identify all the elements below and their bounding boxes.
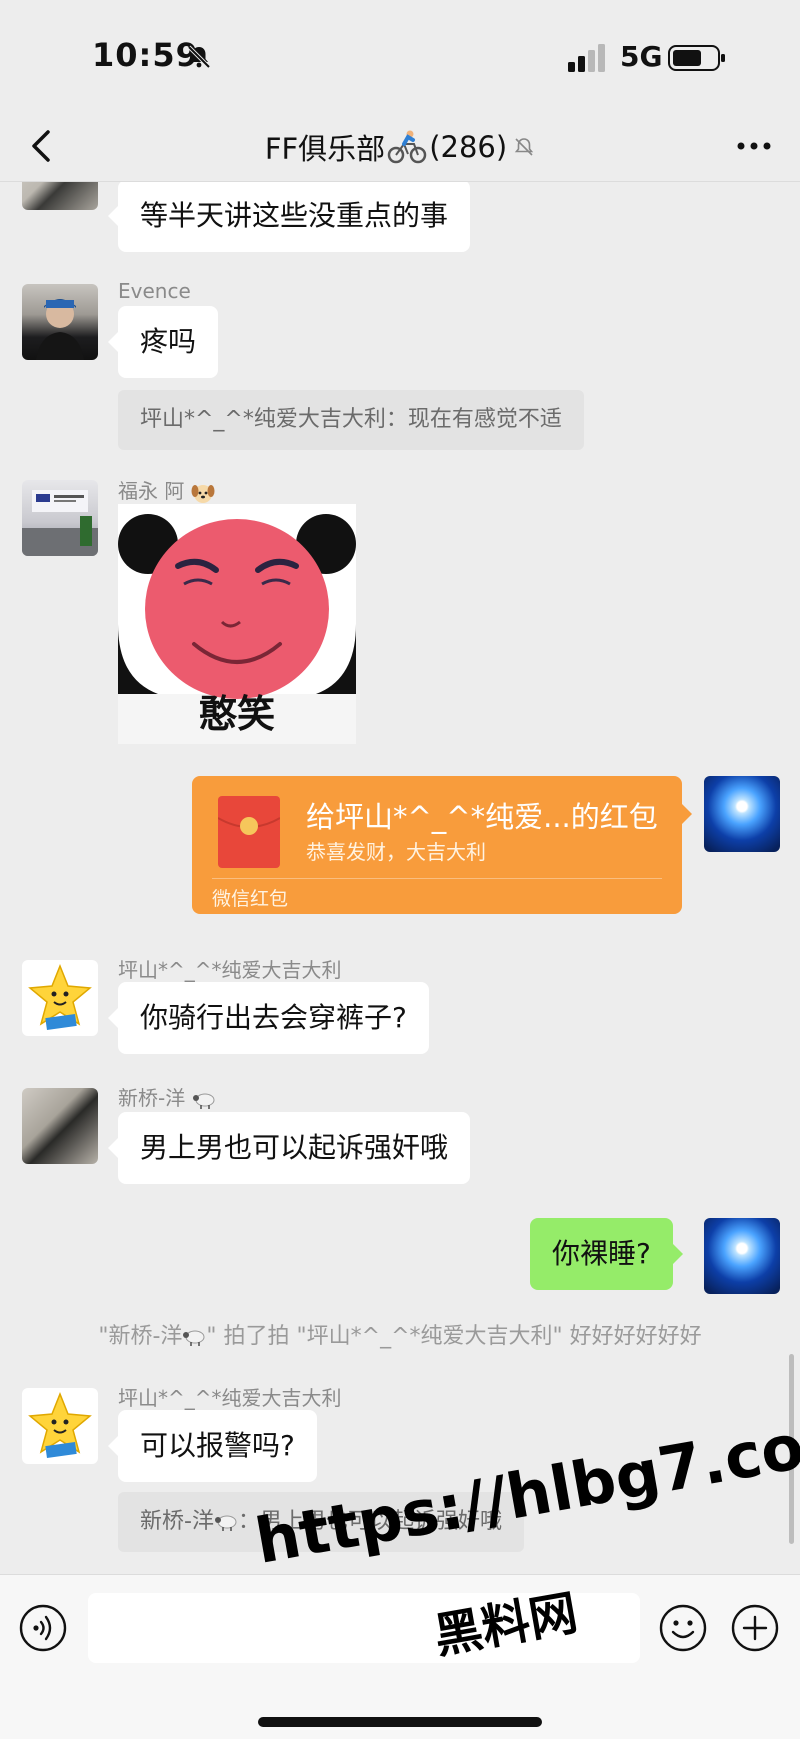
status-bar: 10:59 5G xyxy=(0,0,800,110)
chat-list[interactable]: 等半天讲这些没重点的事 Evence 疼吗 坪山*^_^*纯爱大吉大利：现在有感… xyxy=(0,182,800,1574)
red-packet-divider xyxy=(212,878,662,879)
cyclist-emoji-icon xyxy=(387,130,427,164)
avatar[interactable] xyxy=(22,182,98,210)
avatar[interactable] xyxy=(22,284,98,360)
input-bar xyxy=(0,1574,800,1739)
avatar[interactable] xyxy=(22,1088,98,1164)
sender-name: 福永 阿 xyxy=(118,475,215,504)
scrollbar[interactable] xyxy=(789,1354,794,1544)
message-bubble[interactable]: 你骑行出去会穿裤子? xyxy=(108,982,429,1054)
sender-name: 坪山*^_^*纯爱大吉大利 xyxy=(118,958,342,982)
red-packet-card[interactable]: 给坪山*^_^*纯爱...的红包 恭喜发财，大吉大利 微信红包 xyxy=(192,776,692,914)
red-packet-greeting: 恭喜发财，大吉大利 xyxy=(306,840,486,864)
signal-icon xyxy=(568,44,605,72)
member-count: (286) xyxy=(429,130,508,164)
plus-icon[interactable] xyxy=(730,1603,780,1653)
red-packet-footer: 微信红包 xyxy=(212,888,289,910)
sheep-emoji-icon xyxy=(214,1515,237,1531)
sheep-emoji-icon xyxy=(183,1330,205,1346)
sender-name: Evence xyxy=(118,279,191,303)
avatar[interactable] xyxy=(22,480,98,556)
home-indicator xyxy=(258,1717,542,1727)
message-bubble[interactable]: 等半天讲这些没重点的事 xyxy=(107,182,471,252)
quoted-message[interactable]: 新桥-洋 ：男上男也可以起诉强奸哦 xyxy=(118,1492,524,1552)
quoted-message[interactable]: 坪山*^_^*纯爱大吉大利：现在有感觉不适 xyxy=(118,390,584,450)
system-message: "新桥-洋 " 拍了拍 "坪山*^_^*纯爱大吉大利" 好好好好好好 xyxy=(0,1318,800,1350)
system-message-rest: " 拍了拍 "坪山*^_^*纯爱大吉大利" 好好好好好好 xyxy=(206,1324,702,1349)
sheep-emoji-icon xyxy=(192,1093,215,1109)
chat-title: FF俱乐部 (286) xyxy=(0,126,800,168)
message-bubble[interactable]: 疼吗 xyxy=(107,306,219,378)
battery-icon xyxy=(668,45,725,71)
chat-header: FF俱乐部 (286) xyxy=(0,110,800,182)
avatar[interactable] xyxy=(22,1388,98,1464)
avatar[interactable] xyxy=(22,960,98,1036)
dog-emoji-icon xyxy=(191,484,215,503)
sender-name: 坪山*^_^*纯爱大吉大利 xyxy=(118,1386,342,1410)
sticker-image[interactable]: 憨笑 xyxy=(118,504,356,744)
my-message-bubble[interactable]: 你裸睡? xyxy=(530,1218,683,1290)
my-avatar[interactable] xyxy=(704,1218,780,1294)
system-message-start: "新桥-洋 xyxy=(98,1324,183,1349)
group-name: FF俱乐部 xyxy=(264,132,386,166)
sender-name-text: 新桥-洋 xyxy=(118,1086,186,1110)
emoji-icon[interactable] xyxy=(658,1603,708,1653)
my-avatar[interactable] xyxy=(704,776,780,852)
red-packet-title: 给坪山*^_^*纯爱...的红包 xyxy=(306,800,658,834)
sticker-caption: 憨笑 xyxy=(198,692,275,736)
sender-name: 新桥-洋 xyxy=(118,1082,216,1111)
message-input[interactable] xyxy=(88,1593,640,1663)
quoted-sender: 新桥-洋 xyxy=(140,1509,214,1534)
sender-name-text: 福永 阿 xyxy=(118,479,185,503)
message-bubble[interactable]: 可以报警吗? xyxy=(108,1410,317,1482)
voice-icon[interactable] xyxy=(18,1603,68,1653)
mute-icon xyxy=(515,138,534,156)
more-icon[interactable] xyxy=(734,134,774,158)
network-label: 5G xyxy=(620,40,663,73)
message-bubble[interactable]: 男上男也可以起诉强奸哦 xyxy=(107,1112,471,1184)
red-packet-icon xyxy=(218,796,280,868)
status-time: 10:59 xyxy=(92,36,199,74)
bell-slash-icon xyxy=(187,45,211,69)
quoted-text: ：男上男也可以起诉强奸哦 xyxy=(237,1509,502,1534)
